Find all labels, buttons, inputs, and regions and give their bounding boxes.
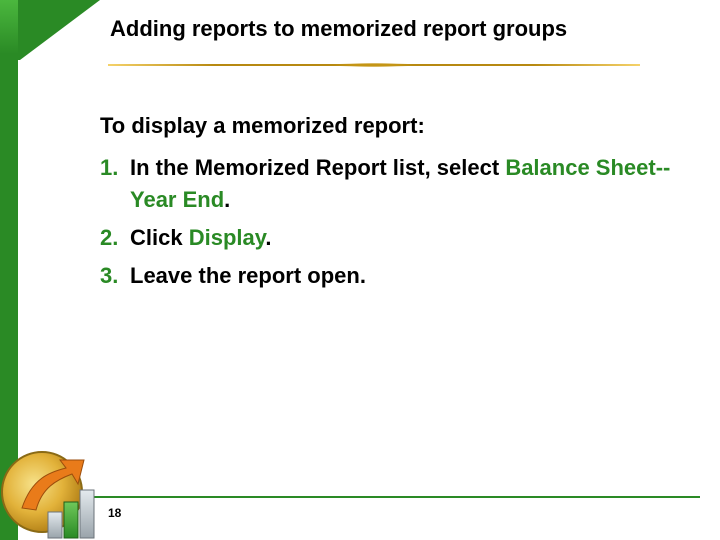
body-content: To display a memorized report: 1. In the…	[100, 110, 680, 297]
step-1: 1. In the Memorized Report list, select …	[100, 152, 680, 216]
title-underline	[108, 62, 640, 68]
step3-text: Leave the report open.	[130, 263, 366, 288]
step1-part-a: In the Memorized Report list, select	[130, 155, 505, 180]
step-number: 1.	[100, 152, 130, 216]
step-text: Leave the report open.	[130, 260, 680, 292]
page-number: 18	[108, 506, 121, 520]
step2-part-c: .	[265, 225, 271, 250]
step-text: In the Memorized Report list, select Bal…	[130, 152, 680, 216]
step-3: 3. Leave the report open.	[100, 260, 680, 292]
step-number: 2.	[100, 222, 130, 254]
step-text: Click Display.	[130, 222, 680, 254]
slide-title: Adding reports to memorized report group…	[110, 16, 700, 42]
step-2: 2. Click Display.	[100, 222, 680, 254]
footer-rule	[18, 496, 700, 498]
intro-text: To display a memorized report:	[100, 110, 680, 142]
step-number: 3.	[100, 260, 130, 292]
step1-part-c: .	[224, 187, 230, 212]
slide: Adding reports to memorized report group…	[0, 0, 720, 540]
corner-highlight	[0, 0, 18, 60]
step2-part-a: Click	[130, 225, 189, 250]
step2-highlight: Display	[189, 225, 266, 250]
logo-icon	[0, 430, 105, 540]
